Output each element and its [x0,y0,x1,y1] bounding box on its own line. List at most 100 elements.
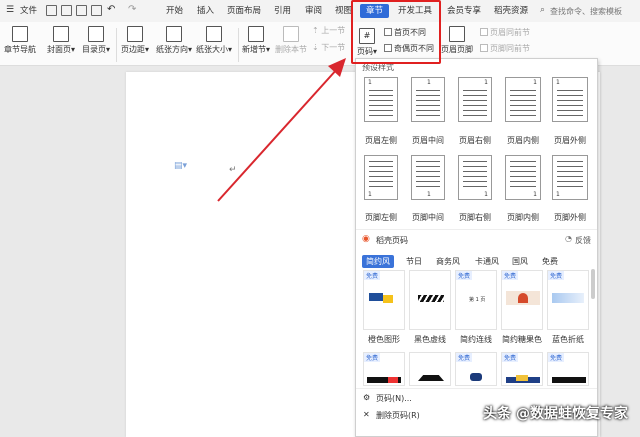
tab-insert[interactable]: 插入 [197,4,214,18]
chapter-nav-button[interactable]: 章节导航 [4,26,36,55]
new-section-icon [248,26,264,42]
text-line [463,105,487,106]
text-line [369,115,393,116]
tab-docer-resources[interactable]: 稻壳资源 [494,4,528,18]
free-badge: 免费 [502,271,519,280]
divider [356,388,597,389]
paper-size-button[interactable]: 纸张大小▾ [196,26,232,55]
template-orange-shape[interactable]: 免费 [363,270,405,330]
tab-review[interactable]: 审阅 [305,4,322,18]
text-line [557,105,583,106]
save-icon[interactable] [46,5,57,16]
text-line [510,166,536,167]
text-line [557,181,583,182]
tab-page-layout[interactable]: 页面布局 [227,4,261,18]
text-line [510,171,536,172]
tab-member[interactable]: 会员专享 [447,4,481,18]
text-line [557,186,583,187]
checkbox-box [480,28,488,36]
footer-center-style[interactable]: 1 [411,155,445,200]
page-num-mark: 1 [368,191,372,198]
search-icon[interactable]: ⌕ [540,5,545,15]
subtab-free[interactable]: 免费 [538,255,562,268]
header-center-caption: 页眉中间 [412,136,444,145]
footer-right-style[interactable]: 1 [458,155,492,200]
next-section-button[interactable]: ⇣ 下一节 [312,42,345,53]
template-black-dashed[interactable] [409,270,451,330]
same-as-prev-footer-checkbox[interactable]: 页脚同前节 [480,43,530,54]
cover-page-button[interactable]: 封面页▾ [47,26,75,55]
text-line [510,176,536,177]
text-line [463,171,487,172]
subtab-minimal[interactable]: 简约风 [362,255,394,268]
tab-view[interactable]: 视图 [335,4,352,18]
footer-inner-style[interactable]: 1 [505,155,541,200]
print-icon[interactable] [76,5,87,16]
same-as-prev-header-checkbox[interactable]: 页眉同前节 [480,27,530,38]
template-blue-origami[interactable]: 免费 [547,270,589,330]
template-art [516,375,528,381]
header-left-style[interactable]: 1 [364,77,398,122]
orientation-button[interactable]: 纸张方向▾ [156,26,192,55]
file-menu[interactable]: 文件 [20,4,37,18]
redo-icon[interactable]: ↷ [128,4,136,15]
hamburger-icon[interactable]: ☰ [6,5,14,15]
paste-options-icon[interactable]: ▤▾ [174,161,187,171]
template-simple-line[interactable]: 免费 第 1 页 [455,270,497,330]
page-num-mark: 1 [556,191,560,198]
template-art [552,377,586,383]
subtab-cartoon[interactable]: 卡通风 [471,255,503,268]
print-preview-icon[interactable] [91,5,102,16]
undo-icon[interactable]: ↶ [107,4,115,15]
template-thumbnail[interactable]: 免费 [363,352,405,386]
free-badge: 免费 [548,353,565,362]
header-inner-caption: 页眉内侧 [507,136,539,145]
header-center-style[interactable]: 1 [411,77,445,122]
tab-references[interactable]: 引用 [274,4,291,18]
text-line [510,110,536,111]
text-line [463,186,487,187]
text-line [416,110,440,111]
text-line [369,110,393,111]
header-outer-style[interactable]: 1 [552,77,588,122]
export-pdf-icon[interactable] [61,5,72,16]
search-input[interactable]: 查找命令、搜索模板 [550,6,622,17]
text-line [463,115,487,116]
template-thumbnail[interactable]: 免费 [547,352,589,386]
docer-logo-icon: ◉ [362,234,370,244]
header-footer-button[interactable]: 页眉页脚 [441,26,473,55]
template-candy-color[interactable]: 免费 [501,270,543,330]
prev-section-button[interactable]: ⇡ 上一节 [312,25,345,36]
tab-home[interactable]: 开始 [166,4,183,18]
ribbon-divider [116,28,117,62]
subtab-business[interactable]: 商务风 [432,255,464,268]
delete-page-number-item[interactable]: 删除页码(R) [376,410,420,421]
template-thumbnail[interactable]: 免费 [501,352,543,386]
toc-page-icon [88,26,104,42]
header-inner-style[interactable]: 1 [505,77,541,122]
margin-button[interactable]: 页边距▾ [121,26,149,55]
feedback-icon: ◔ [565,234,572,243]
toc-page-button[interactable]: 目录页▾ [82,26,110,55]
scrollbar-thumb[interactable] [591,269,595,299]
feedback-link[interactable]: 反馈 [575,235,591,246]
page-num-mark: 1 [533,191,537,198]
header-right-style[interactable]: 1 [458,77,492,122]
footer-left-style[interactable]: 1 [364,155,398,200]
text-line [510,186,536,187]
text-line [510,181,536,182]
new-section-button[interactable]: 新增节▾ [242,26,270,55]
text-line [416,161,440,162]
subtab-chinese-style[interactable]: 国风 [508,255,532,268]
template-thumbnail[interactable]: 免费 [455,352,497,386]
text-line [557,176,583,177]
free-badge: 免费 [456,353,473,362]
text-line [557,166,583,167]
footer-outer-style[interactable]: 1 [552,155,588,200]
paper-size-icon [206,26,222,42]
subtab-festival[interactable]: 节日 [402,255,426,268]
page-number-dialog-item[interactable]: 页码(N)... [376,393,412,404]
template-thumbnail[interactable] [409,352,451,386]
delete-section-button[interactable]: 删除本节 [275,26,307,55]
page-num-mark: 1 [427,79,431,86]
